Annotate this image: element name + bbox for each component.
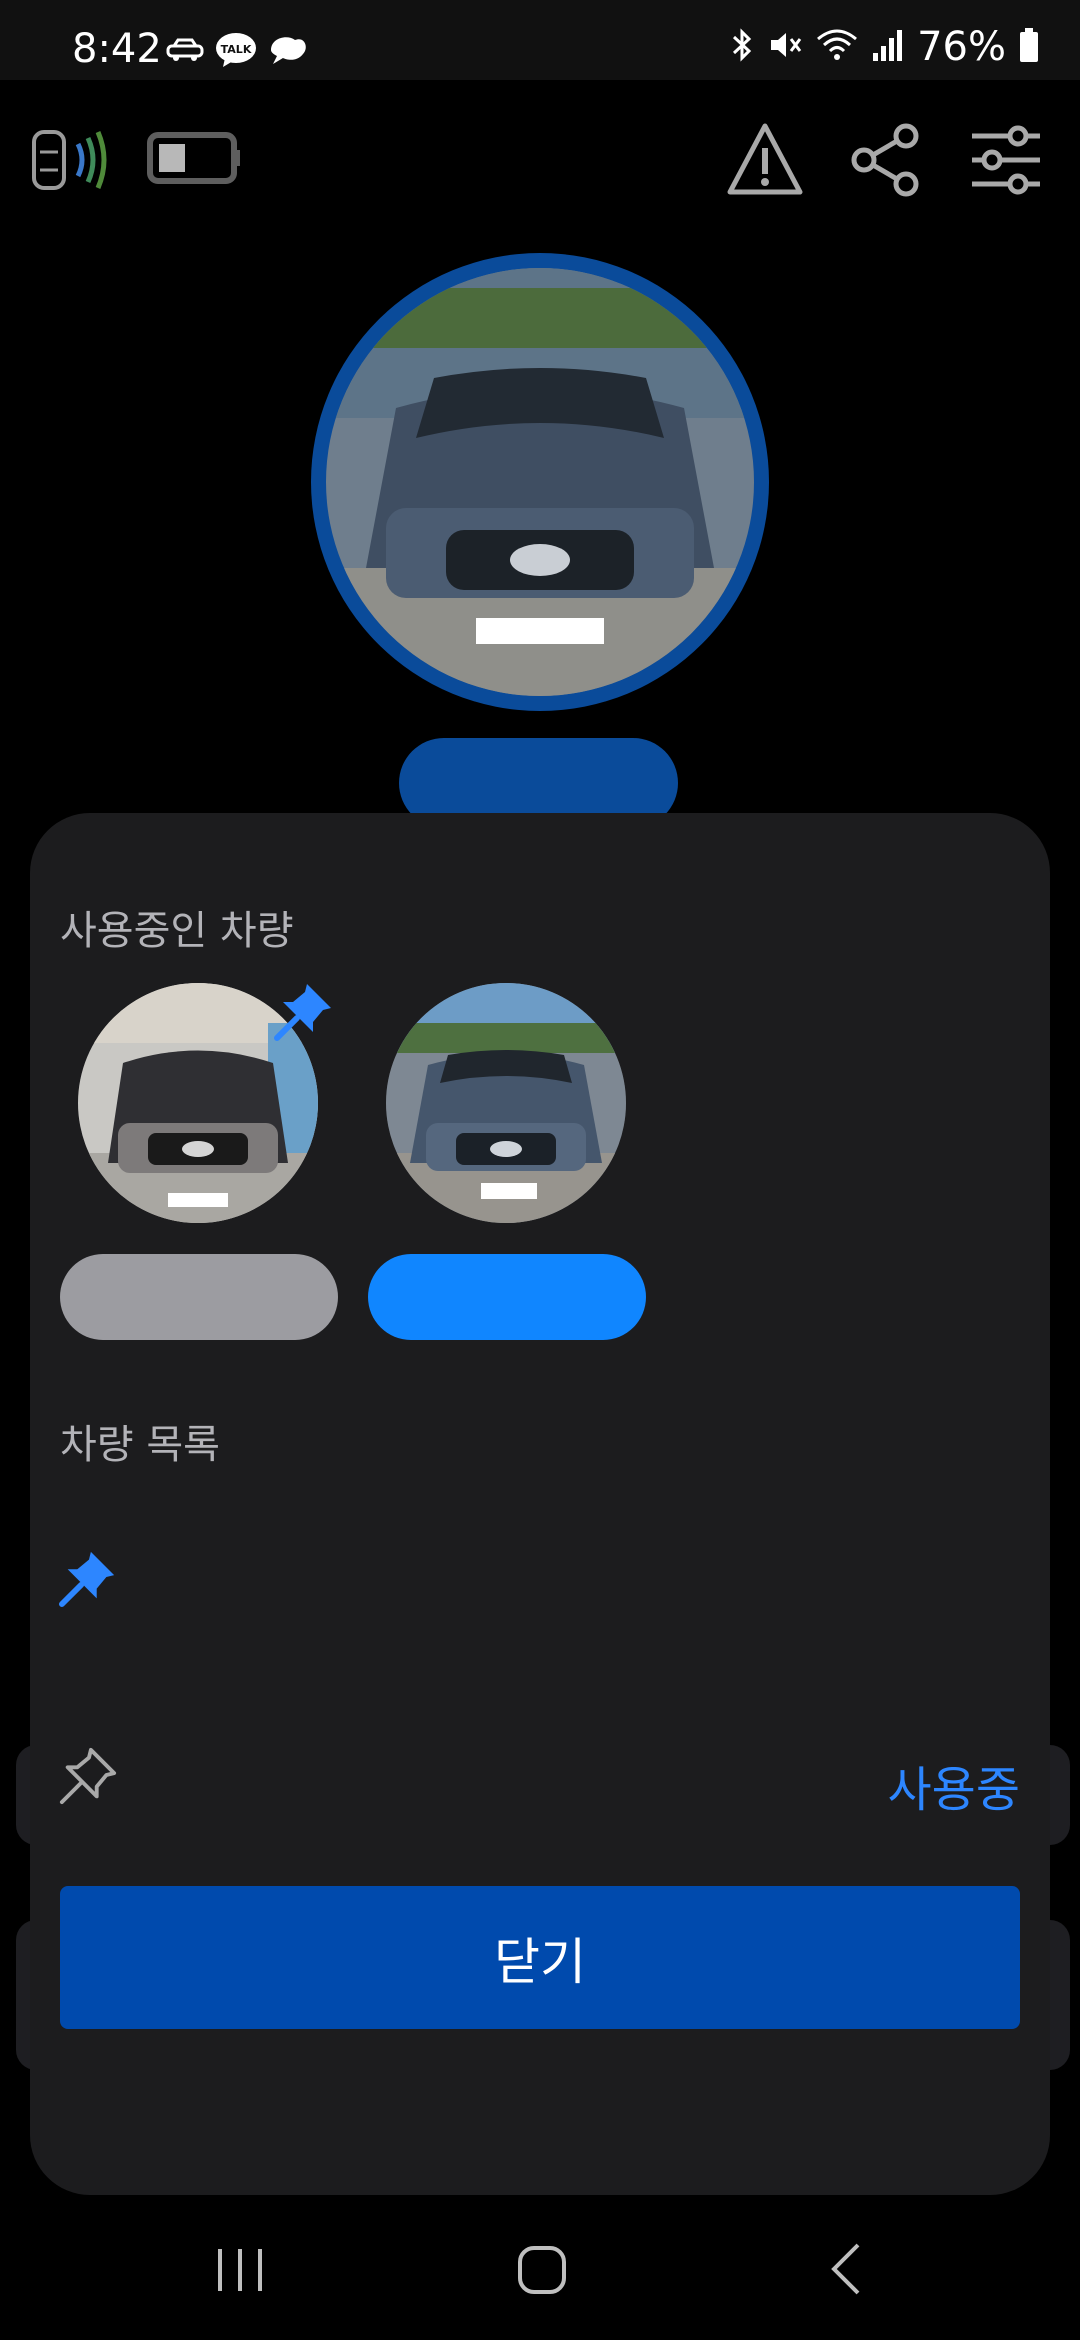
bluetooth-icon — [729, 27, 755, 67]
car-connection-icon[interactable] — [26, 122, 122, 202]
warning-icon[interactable] — [727, 122, 803, 202]
signal-icon — [871, 27, 905, 67]
status-time: 8:42 — [72, 26, 162, 72]
battery-percent: 76% — [917, 24, 1006, 70]
top-app-bar — [0, 110, 1080, 210]
status-left-icons: TALK — [165, 32, 309, 72]
wifi-icon — [815, 27, 859, 67]
home-icon[interactable] — [516, 2243, 568, 2301]
svg-text:TALK: TALK — [221, 43, 252, 56]
close-button[interactable]: 닫기 — [60, 1886, 1020, 2029]
settings-sliders-icon[interactable] — [968, 122, 1044, 202]
recent-apps-icon[interactable] — [214, 2245, 266, 2299]
battery-icon — [1018, 27, 1040, 67]
car-icon — [165, 37, 205, 67]
system-navigation-bar — [0, 2195, 1080, 2340]
vehicle-list-title: 차량 목록 — [60, 1422, 220, 1468]
chat-bubble-icon — [267, 32, 309, 72]
share-icon[interactable] — [850, 122, 922, 202]
kakaotalk-icon: TALK — [215, 32, 257, 72]
pin-outline-icon[interactable] — [58, 1746, 118, 1810]
status-right-icons: 76% — [729, 24, 1040, 70]
mute-icon — [767, 27, 803, 67]
vehicle-photo[interactable] — [326, 268, 754, 696]
back-icon[interactable] — [826, 2241, 866, 2301]
battery-status-icon[interactable] — [147, 130, 243, 190]
pin-icon[interactable] — [273, 980, 335, 1046]
vehicle-name-pill-active[interactable] — [368, 1254, 646, 1340]
vehicle-name-pill-inactive[interactable] — [60, 1254, 338, 1340]
vehicle-thumbnail[interactable] — [386, 983, 626, 1223]
status-bar: 8:42 TALK 76% — [0, 0, 1080, 80]
in-use-vehicles-title: 사용중인 차량 — [60, 908, 294, 954]
in-use-status-label: 사용중 — [887, 1762, 1020, 1818]
pin-filled-icon[interactable] — [58, 1548, 118, 1612]
